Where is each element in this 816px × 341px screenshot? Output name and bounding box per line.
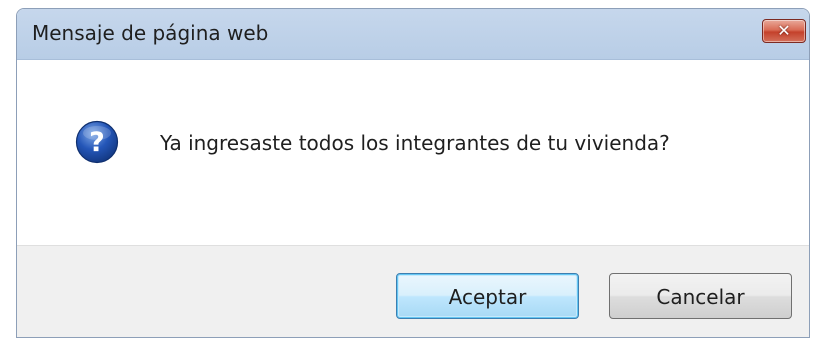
cancel-button[interactable]: Cancelar bbox=[609, 273, 792, 319]
close-icon: ✕ bbox=[777, 21, 791, 40]
window-title: Mensaje de página web bbox=[32, 21, 269, 45]
message-area: ? Ya ingresaste todos los integrantes de… bbox=[17, 60, 809, 245]
message-text: Ya ingresaste todos los integrantes de t… bbox=[160, 131, 670, 155]
message-dialog: Mensaje de página web ✕ ? Ya ingresaste … bbox=[16, 8, 810, 338]
button-bar: Aceptar Cancelar bbox=[17, 245, 809, 337]
question-icon: ? bbox=[75, 120, 119, 164]
svg-text:?: ? bbox=[89, 127, 105, 158]
title-bar[interactable]: Mensaje de página web ✕ bbox=[17, 9, 809, 60]
accept-button[interactable]: Aceptar bbox=[396, 273, 579, 319]
close-button[interactable]: ✕ bbox=[762, 19, 806, 43]
